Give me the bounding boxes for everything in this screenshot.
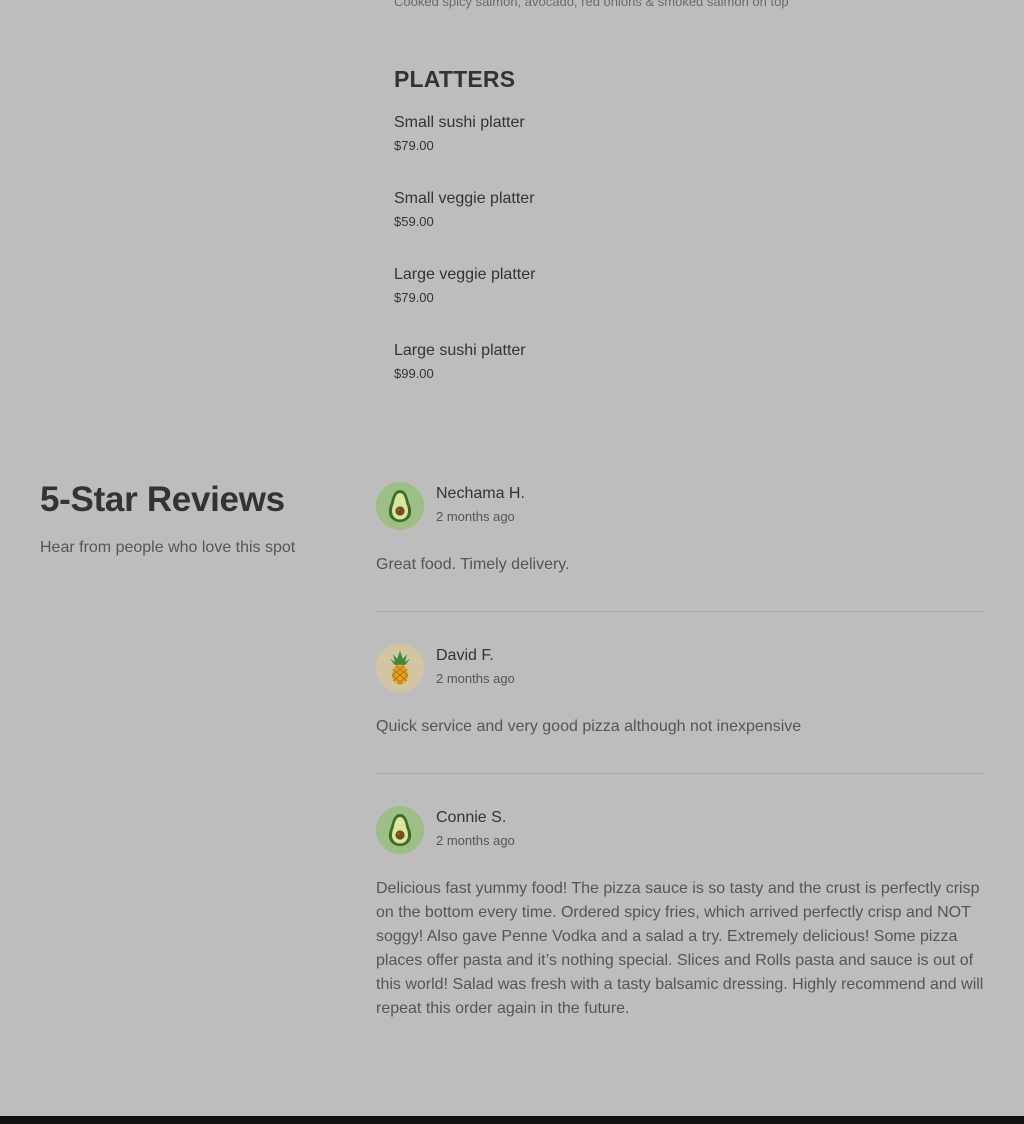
footer-bar	[0, 1116, 1024, 1124]
reviewer-name: David F.	[436, 647, 494, 664]
reviews-heading: 5-Star Reviews	[40, 480, 285, 519]
review-date: 2 months ago	[436, 509, 515, 524]
reviewer-avatar	[376, 806, 424, 854]
menu-item-price: $99.00	[394, 366, 434, 381]
menu-item-name: Small veggie platter	[394, 190, 535, 207]
menu-item-description: Cooked spicy salmon, avocado, red onions…	[394, 0, 789, 9]
reviewer-meta: Connie S. 2 months ago	[436, 806, 515, 849]
avocado-icon	[387, 813, 413, 847]
menu-item-price: $79.00	[394, 290, 434, 305]
menu-item-small-sushi-platter[interactable]: Small sushi platter $79.00	[394, 113, 535, 189]
menu-item-name: Small sushi platter	[394, 114, 525, 131]
review-date: 2 months ago	[436, 671, 515, 686]
menu-section-title: PLATTERS	[394, 66, 516, 92]
menu-item-large-sushi-platter[interactable]: Large sushi platter $99.00	[394, 341, 535, 417]
reviewer-name: Connie S.	[436, 809, 507, 826]
avocado-icon	[387, 489, 413, 523]
review-card: Nechama H. 2 months ago Great food. Time…	[376, 482, 984, 612]
menu-item-price: $59.00	[394, 214, 434, 229]
review-card: David F. 2 months ago Quick service and …	[376, 644, 984, 774]
review-header: Nechama H. 2 months ago	[376, 482, 984, 530]
reviewer-meta: David F. 2 months ago	[436, 644, 515, 687]
review-date: 2 months ago	[436, 833, 515, 848]
reviewer-meta: Nechama H. 2 months ago	[436, 482, 525, 525]
reviewer-avatar	[376, 644, 424, 692]
review-text: Quick service and very good pizza althou…	[376, 718, 802, 735]
reviewer-name: Nechama H.	[436, 485, 525, 502]
menu-item-large-veggie-platter[interactable]: Large veggie platter $79.00	[394, 265, 535, 341]
review-header: Connie S. 2 months ago	[376, 806, 984, 854]
review-card: Connie S. 2 months ago Delicious fast yu…	[376, 806, 984, 1055]
review-text: Delicious fast yummy food! The pizza sau…	[376, 880, 984, 1017]
menu-item-list: Small sushi platter $79.00 Small veggie …	[394, 113, 535, 417]
review-text: Great food. Timely delivery.	[376, 556, 570, 573]
review-list: Nechama H. 2 months ago Great food. Time…	[376, 482, 984, 1055]
reviews-subheading: Hear from people who love this spot	[40, 539, 296, 556]
review-header: David F. 2 months ago	[376, 644, 984, 692]
menu-item-price: $79.00	[394, 138, 434, 153]
menu-item-name: Large sushi platter	[394, 342, 526, 359]
reviewer-avatar	[376, 482, 424, 530]
pineapple-icon	[387, 650, 413, 686]
menu-item-name: Large veggie platter	[394, 266, 536, 283]
menu-item-small-veggie-platter[interactable]: Small veggie platter $59.00	[394, 189, 535, 265]
